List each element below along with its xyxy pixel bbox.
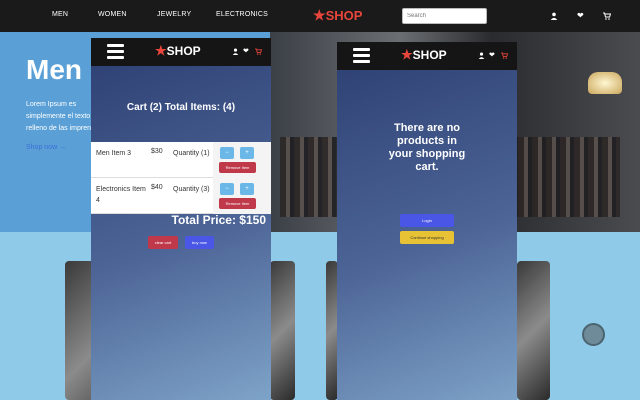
nav-link-jewelry[interactable]: JEWELRY (157, 11, 191, 18)
empty-cart-panel: ★SHOP ❤ There are no products in your sh… (337, 42, 517, 400)
plus-icon[interactable]: + (240, 183, 254, 195)
search-input[interactable] (402, 8, 487, 24)
nav-link-electronics[interactable]: ELECTRONICS (216, 11, 268, 18)
mobile-brand-text: SHOP (412, 48, 447, 62)
star-icon: ★ (155, 43, 167, 58)
lamp-image (588, 72, 622, 94)
brand-logo[interactable]: ★SHOP (313, 7, 362, 24)
item-name: Men Item 3 (96, 150, 132, 157)
heart-icon[interactable]: ❤ (577, 12, 584, 20)
remove-item-button[interactable]: Remove Item (219, 198, 256, 209)
cart-heading: Cart (2) Total Items: (4) (126, 102, 236, 113)
minus-icon[interactable]: − (220, 183, 234, 195)
mobile-brand-text: SHOP (166, 44, 201, 58)
star-icon: ★ (401, 47, 413, 62)
heart-icon[interactable]: ❤ (489, 52, 495, 59)
cart-row: Electronics Item 4 $40 Quantity (3) − + … (91, 178, 271, 214)
mobile-navbar: ★SHOP ❤ (91, 38, 271, 66)
product-card[interactable] (517, 261, 550, 400)
cart-icon[interactable] (603, 12, 612, 22)
item-controls: − + Remove Item (213, 142, 271, 178)
mobile-brand-logo[interactable]: ★SHOP (155, 43, 201, 59)
mobile-brand-logo[interactable]: ★SHOP (401, 47, 447, 63)
buy-now-button[interactable]: buy now (185, 236, 214, 249)
empty-cart-message: There are no products in your shopping c… (388, 122, 466, 173)
mobile-navbar: ★SHOP ❤ (337, 42, 517, 70)
item-price: $30 (151, 148, 163, 155)
minus-icon[interactable]: − (220, 147, 234, 159)
top-navbar: MEN WOMEN JEWELRY ELECTRONICS ★SHOP ❤ (0, 0, 640, 32)
nav-link-men[interactable]: MEN (52, 11, 68, 18)
plus-icon[interactable]: + (240, 147, 254, 159)
brand-text: SHOP (325, 8, 363, 23)
heart-icon[interactable]: ❤ (243, 48, 249, 55)
cart-icon[interactable] (255, 48, 263, 57)
remove-item-button[interactable]: Remove Item (219, 162, 256, 173)
nav-link-women[interactable]: WOMEN (98, 11, 127, 18)
item-name: Electronics Item 4 (96, 186, 146, 204)
item-price: $40 (151, 184, 163, 191)
star-icon: ★ (313, 7, 326, 23)
scroll-top-button[interactable] (582, 323, 605, 346)
hero-title: Men (26, 54, 82, 85)
item-quantity: Quantity (1) (173, 150, 210, 157)
user-icon[interactable] (550, 12, 558, 22)
cart-icon[interactable] (501, 52, 509, 61)
total-price: Total Price: $150 (171, 213, 267, 227)
menu-icon[interactable] (107, 44, 124, 62)
product-card[interactable] (270, 261, 295, 400)
user-icon[interactable] (478, 52, 485, 61)
shop-now-link[interactable]: Shop now → (26, 144, 66, 151)
cart-panel: ★SHOP ❤ Cart (2) Total Items: (4) Men It… (91, 38, 271, 400)
cart-row: Men Item 3 $30 Quantity (1) − + Remove I… (91, 142, 271, 178)
user-icon[interactable] (232, 48, 239, 57)
login-button[interactable]: Login (400, 214, 454, 227)
menu-icon[interactable] (353, 48, 370, 66)
clear-cart-button[interactable]: clear cart (148, 236, 178, 249)
continue-shopping-button[interactable]: Continue shopping (400, 231, 454, 244)
item-quantity: Quantity (3) (173, 186, 210, 193)
item-controls: − + Remove Item (213, 178, 271, 214)
